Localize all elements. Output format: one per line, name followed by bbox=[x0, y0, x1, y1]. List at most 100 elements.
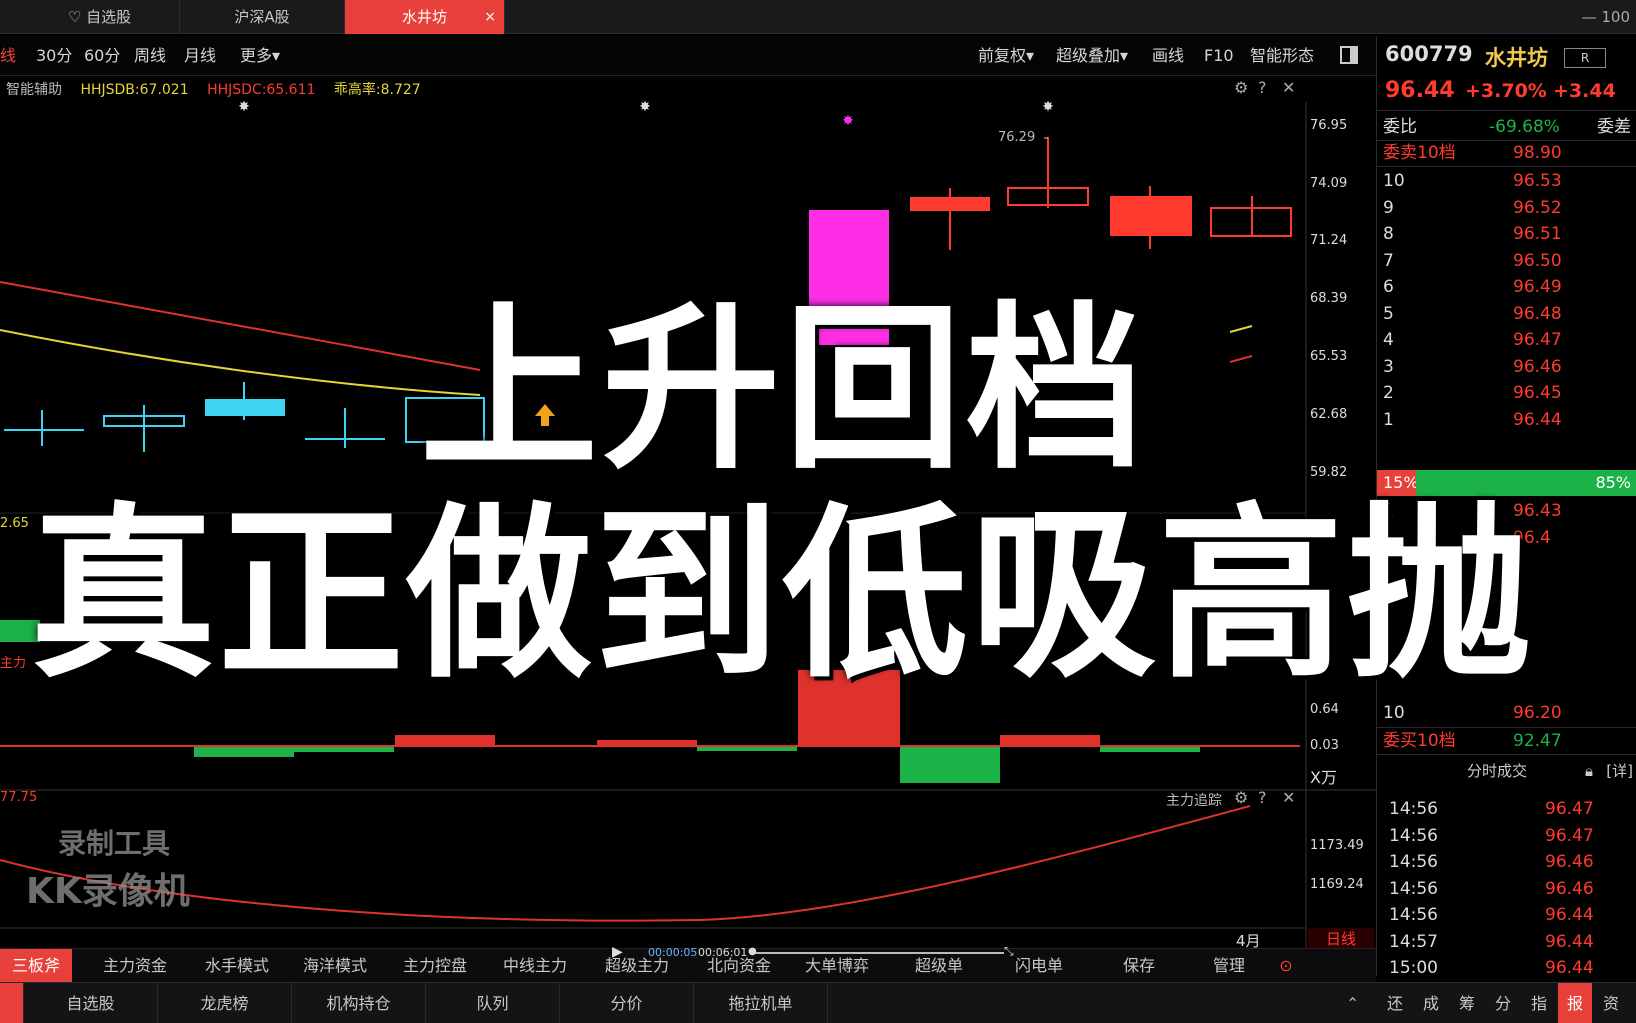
weicha-label: 委差 bbox=[1597, 117, 1631, 137]
buy-level-row[interactable]: 10 96.20 bbox=[1377, 700, 1636, 726]
level-index: 1 bbox=[1383, 409, 1394, 430]
sell-level-row[interactable]: 10 96.53 bbox=[1377, 168, 1636, 194]
tick-price: 96.46 bbox=[1545, 852, 1594, 872]
right-nav-tab[interactable]: 指 bbox=[1522, 983, 1556, 1023]
tick-price: 96.47 bbox=[1545, 825, 1594, 846]
sell-level-row[interactable]: 4 96.47 bbox=[1377, 327, 1636, 353]
bottom-nav-item[interactable]: 自选股 bbox=[24, 983, 158, 1023]
price-tick: 62.68 bbox=[1310, 407, 1348, 422]
lock-icon[interactable]: 🔒︎ bbox=[1585, 758, 1593, 784]
peak-label: 76.29 bbox=[998, 130, 1036, 145]
change-percent: +3.70% bbox=[1465, 80, 1547, 102]
player-progress[interactable] bbox=[752, 952, 1004, 954]
right-nav-tab[interactable]: 资 bbox=[1594, 983, 1628, 1023]
watermark-line1: 录制工具 bbox=[58, 827, 171, 860]
volume-tick: 0.03 bbox=[1310, 738, 1339, 753]
tick-time: 14:56 bbox=[1389, 825, 1438, 846]
close-icon[interactable]: ✕ bbox=[1282, 788, 1295, 807]
player-current-time: 00:00:05 bbox=[648, 946, 698, 959]
video-player[interactable]: ▶ 00:00:05 00:06:01 ● ⤡ bbox=[612, 944, 1014, 962]
last-price: 96.44 bbox=[1385, 78, 1455, 103]
ma-yellow-line bbox=[1229, 325, 1253, 333]
sell-level-row[interactable]: 7 96.50 bbox=[1377, 248, 1636, 274]
indicator-tab[interactable]: 海洋模式 bbox=[290, 949, 380, 983]
volume-bar bbox=[900, 747, 1000, 783]
play-icon[interactable]: ▶ bbox=[612, 944, 623, 960]
level-index: 4 bbox=[1383, 330, 1394, 350]
indicator-tab[interactable]: 主力资金 bbox=[90, 949, 180, 983]
star-marker: ✸ bbox=[238, 99, 250, 115]
left-fragment: 主力 bbox=[0, 656, 27, 671]
volume-bar bbox=[194, 747, 294, 757]
level-price: 96.44 bbox=[1513, 409, 1562, 430]
level-price: 96.45 bbox=[1513, 383, 1562, 403]
window-controls[interactable]: — 100 bbox=[1582, 0, 1630, 34]
overlay-title-line2: 真正做到低吸高抛 bbox=[30, 486, 1535, 703]
bottom-nav-item[interactable]: 机构持仓 bbox=[292, 983, 426, 1023]
level-index: 6 bbox=[1383, 277, 1394, 297]
ma-red-line bbox=[0, 281, 481, 371]
sell-level-row[interactable]: 5 96.48 bbox=[1377, 301, 1636, 327]
buy-label: 委买10档 bbox=[1383, 731, 1456, 751]
ticks-header: 分时成交 🔒︎ [详] bbox=[1377, 758, 1636, 784]
indicator-tab[interactable]: 保存 bbox=[1094, 949, 1184, 983]
expand-icon[interactable]: ⊙ bbox=[1276, 949, 1296, 983]
sell-level-row[interactable]: 9 96.52 bbox=[1377, 195, 1636, 221]
right-nav-tab[interactable]: 成 bbox=[1414, 983, 1448, 1023]
tracker-tick: 1169.24 bbox=[1310, 877, 1364, 892]
fullscreen-icon[interactable]: ⤡ bbox=[1004, 944, 1014, 959]
tick-row: 15:00 96.44 bbox=[1377, 955, 1636, 981]
price-tick: 74.09 bbox=[1310, 176, 1348, 191]
tick-row: 14:56 96.46 bbox=[1377, 849, 1636, 875]
indicator-tab[interactable]: 中线主力 bbox=[490, 949, 580, 983]
bottom-nav-item[interactable]: 分价 bbox=[560, 983, 694, 1023]
ma-red-line bbox=[1229, 355, 1253, 363]
tick-price: 96.44 bbox=[1545, 958, 1594, 978]
left-fragment: 77.75 bbox=[0, 790, 38, 805]
indicator-tab[interactable]: 三板斧 bbox=[0, 949, 72, 983]
weibi-label: 委比 bbox=[1383, 117, 1417, 137]
right-nav-tab[interactable]: 还 bbox=[1378, 983, 1412, 1023]
gear-icon[interactable]: ⚙ bbox=[1234, 788, 1248, 807]
r-button[interactable]: R bbox=[1564, 48, 1606, 68]
right-nav-tab[interactable]: 报 bbox=[1558, 983, 1592, 1023]
buy-value: 92.47 bbox=[1513, 731, 1562, 751]
indicator-tab[interactable]: 管理 bbox=[1184, 949, 1274, 983]
sell-level-row[interactable]: 2 96.45 bbox=[1377, 380, 1636, 406]
star-marker: ✸ bbox=[1042, 99, 1054, 115]
ticks-detail-link[interactable]: [详] bbox=[1606, 758, 1633, 784]
watermark-line2: KK录像机 bbox=[26, 871, 190, 912]
price-tick: 68.39 bbox=[1310, 291, 1348, 306]
bottom-nav-item[interactable]: 队列 bbox=[426, 983, 560, 1023]
level-index: 10 bbox=[1383, 703, 1405, 723]
help-icon[interactable]: ? bbox=[1258, 788, 1267, 807]
indicator-tab[interactable]: 主力控盘 bbox=[390, 949, 480, 983]
level-price: 96.47 bbox=[1513, 330, 1562, 350]
level-index: 5 bbox=[1383, 303, 1394, 324]
level-price: 96.53 bbox=[1513, 171, 1562, 191]
level-index: 7 bbox=[1383, 250, 1394, 271]
tick-price: 96.47 bbox=[1545, 799, 1594, 819]
indicator-tab[interactable]: 水手模式 bbox=[192, 949, 282, 983]
level-price: 96.50 bbox=[1513, 250, 1562, 271]
level-index: 8 bbox=[1383, 224, 1394, 244]
tracker-label: 主力追踪 bbox=[1166, 793, 1222, 809]
period-label[interactable]: 日线 bbox=[1308, 928, 1374, 948]
bottom-nav-item[interactable]: 拖拉机单 bbox=[694, 983, 828, 1023]
sell-level-row[interactable]: 6 96.49 bbox=[1377, 274, 1636, 300]
sell-level-row[interactable]: 3 96.46 bbox=[1377, 354, 1636, 380]
tick-price: 96.44 bbox=[1545, 905, 1594, 925]
bottom-nav-item[interactable]: 龙虎榜 bbox=[158, 983, 292, 1023]
ticks-label: 分时成交 bbox=[1467, 762, 1528, 780]
sell-level-row[interactable]: 1 96.44 bbox=[1377, 407, 1636, 433]
right-nav-tab[interactable]: 分 bbox=[1486, 983, 1520, 1023]
chevron-up-icon[interactable]: ⌃ bbox=[1346, 983, 1359, 1023]
volume-bar bbox=[1000, 735, 1100, 747]
scrub-handle-icon[interactable]: ● bbox=[748, 946, 757, 957]
left-fragment: 2.65 bbox=[0, 516, 29, 531]
tick-time: 14:56 bbox=[1389, 905, 1438, 925]
tick-time: 15:00 bbox=[1389, 958, 1438, 978]
nav-indicator[interactable] bbox=[0, 983, 24, 1023]
right-nav-tab[interactable]: 筹 bbox=[1450, 983, 1484, 1023]
sell-level-row[interactable]: 8 96.51 bbox=[1377, 221, 1636, 247]
